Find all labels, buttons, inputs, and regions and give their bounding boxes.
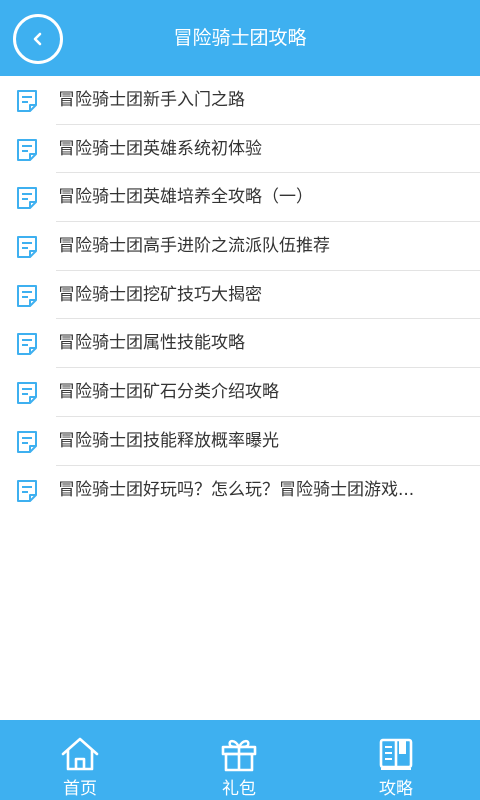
list-item-label: 冒险骑士团技能释放概率曝光 xyxy=(58,430,279,451)
list-item[interactable]: 冒险骑士团英雄系统初体验 xyxy=(0,125,480,174)
document-icon xyxy=(17,333,37,356)
list-item[interactable]: 冒险骑士团属性技能攻略 xyxy=(0,319,480,369)
list-item[interactable]: 冒险骑士团挖矿技巧大揭密 xyxy=(0,271,480,320)
document-icon xyxy=(17,236,37,259)
list-item-label: 冒险骑士团矿石分类介绍攻略 xyxy=(58,382,279,403)
list-item[interactable]: 冒险骑士团英雄培养全攻略（一） xyxy=(0,173,480,223)
document-icon xyxy=(17,479,37,502)
document-icon xyxy=(17,284,37,307)
document-icon xyxy=(17,187,37,210)
list-item[interactable]: 冒险骑士团新手入门之路 xyxy=(0,76,480,125)
tab-guide-label: 攻略 xyxy=(379,779,413,799)
tab-gift[interactable]: 礼包 xyxy=(179,720,299,800)
list-item-label: 冒险骑士团英雄系统初体验 xyxy=(58,138,262,159)
list-item[interactable]: 冒险骑士团高手进阶之流派队伍推荐 xyxy=(0,222,480,271)
list-item-label: 冒险骑士团高手进阶之流派队伍推荐 xyxy=(58,236,330,257)
document-icon xyxy=(17,138,37,161)
list-item[interactable]: 冒险骑士团技能释放概率曝光 xyxy=(0,417,480,466)
list-item[interactable]: 冒险骑士团好玩吗？怎么玩？冒险骑士团游戏... xyxy=(0,466,480,515)
document-icon xyxy=(17,382,37,405)
list-item-label: 冒险骑士团英雄培养全攻略（一） xyxy=(58,187,313,208)
document-icon xyxy=(17,90,37,112)
tab-home[interactable]: 首页 xyxy=(20,720,140,800)
tab-home-label: 首页 xyxy=(63,779,97,799)
list-item-label: 冒险骑士团挖矿技巧大揭密 xyxy=(58,284,262,305)
list-item-label: 冒险骑士团属性技能攻略 xyxy=(58,333,245,354)
page-title: 冒险骑士团攻略 xyxy=(173,27,307,49)
list-item[interactable]: 冒险骑士团矿石分类介绍攻略 xyxy=(0,368,480,417)
tab-guide[interactable]: 攻略 xyxy=(336,720,456,800)
list-item-label: 冒险骑士团好玩吗？怎么玩？冒险骑士团游戏... xyxy=(58,479,415,500)
bottom-tab-bar: 首页 礼包 攻略 xyxy=(0,720,480,800)
gift-icon xyxy=(221,739,257,772)
document-icon xyxy=(17,430,37,453)
book-icon xyxy=(379,738,413,770)
tab-gift-label: 礼包 xyxy=(222,779,256,799)
list-item-label: 冒险骑士团新手入门之路 xyxy=(58,90,245,110)
home-icon xyxy=(61,737,99,771)
guide-list: 冒险骑士团新手入门之路 冒险骑士团英雄系统初体验 冒险骑士团英雄培养全攻略（一） xyxy=(0,76,480,514)
app-header: 冒险骑士团攻略 xyxy=(0,0,480,76)
